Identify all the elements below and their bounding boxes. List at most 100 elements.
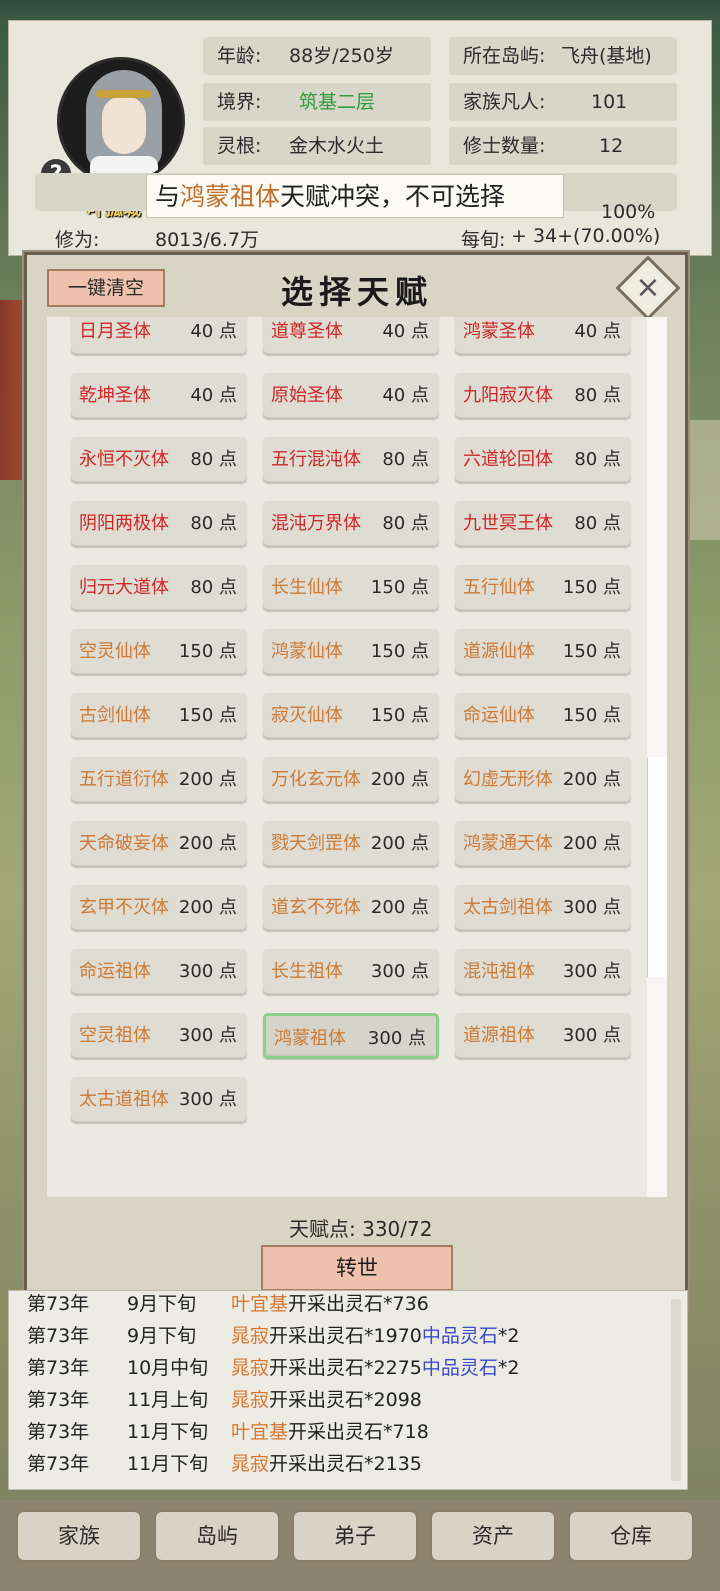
log-text: 开采出灵石*1970: [269, 1325, 422, 1347]
log-extra-item: 中品灵石: [421, 1325, 498, 1347]
rebirth-button[interactable]: 转世: [261, 1245, 453, 1291]
talent-name: 鸿蒙通天体: [463, 833, 553, 854]
talent-item[interactable]: 鸿蒙祖体 300 点: [263, 1013, 439, 1059]
conflict-tooltip: 与鸿蒙祖体天赋冲突，不可选择: [146, 174, 564, 218]
talent-scrollbar[interactable]: [647, 317, 667, 1197]
talent-item[interactable]: 九世冥王体 80 点: [455, 501, 631, 547]
talent-cost: 300 点: [370, 961, 429, 982]
talent-item[interactable]: 幻虚无形体 200 点: [455, 757, 631, 803]
nav-button[interactable]: 岛屿: [154, 1510, 280, 1562]
talent-item[interactable]: 玄甲不灭体 200 点: [71, 885, 247, 931]
talent-item[interactable]: 归元大道体 80 点: [71, 565, 247, 611]
talent-name: 原始圣体: [271, 385, 343, 406]
talent-item[interactable]: 古剑仙体 150 点: [71, 693, 247, 739]
talent-cost: 200 点: [562, 833, 621, 854]
talent-name: 五行仙体: [463, 577, 535, 598]
talent-item[interactable]: 永恒不灭体 80 点: [71, 437, 247, 483]
family-label: 家族凡人:: [463, 91, 546, 113]
talent-cost: 200 点: [370, 833, 429, 854]
log-actor: 晁寂: [231, 1325, 270, 1347]
log-month: 11月下旬: [127, 1453, 209, 1475]
talent-name: 归元大道体: [79, 577, 169, 598]
talent-name: 道源祖体: [463, 1025, 535, 1046]
talent-item[interactable]: 原始圣体 40 点: [263, 373, 439, 419]
talent-item[interactable]: 九阳寂灭体 80 点: [455, 373, 631, 419]
nav-button[interactable]: 资产: [430, 1510, 556, 1562]
talent-item[interactable]: 太古剑祖体 300 点: [455, 885, 631, 931]
talent-cost: 150 点: [370, 705, 429, 726]
root-value: 金木水火土: [289, 135, 385, 157]
talent-name: 道源仙体: [463, 641, 535, 662]
talent-item[interactable]: 五行混沌体 80 点: [263, 437, 439, 483]
log-year: 第73年: [27, 1421, 90, 1443]
realm-value: 筑基二层: [299, 91, 376, 113]
talent-points-label: 天赋点:: [289, 1217, 356, 1241]
avatar[interactable]: [57, 57, 185, 185]
talent-name: 五行混沌体: [271, 449, 361, 470]
talent-item[interactable]: 空灵仙体 150 点: [71, 629, 247, 675]
talent-name: 鸿蒙祖体: [274, 1028, 346, 1049]
talent-item[interactable]: 日月圣体 40 点: [71, 317, 247, 355]
talent-item[interactable]: 道源仙体 150 点: [455, 629, 631, 675]
log-line: 第73年 9月下旬 叶宜基开采出灵石*736: [27, 1289, 429, 1316]
log-actor: 晁寂: [231, 1453, 270, 1475]
talent-cost: 80 点: [382, 513, 429, 534]
talent-cost: 80 点: [574, 385, 621, 406]
talent-item[interactable]: 混沌祖体 300 点: [455, 949, 631, 995]
log-scrollbar[interactable]: [671, 1299, 681, 1481]
talent-name: 九世冥王体: [463, 513, 553, 534]
clear-all-button[interactable]: 一键清空: [47, 269, 165, 307]
log-month: 9月下旬: [127, 1293, 197, 1315]
talent-name: 阴阳两极体: [79, 513, 169, 534]
talent-name: 鸿蒙仙体: [271, 641, 343, 662]
log-line: 第73年 11月上旬 晁寂开采出灵石*2098: [27, 1385, 422, 1412]
talent-item[interactable]: 道玄不死体 200 点: [263, 885, 439, 931]
scrollbar-thumb[interactable]: [647, 757, 667, 977]
talent-grid[interactable]: 日月圣体 40 点道尊圣体 40 点鸿蒙圣体 40 点乾坤圣体 40 点原始圣体 40 点…: [47, 317, 667, 1197]
log-year: 第73年: [27, 1325, 90, 1347]
talent-item[interactable]: 命运仙体 150 点: [455, 693, 631, 739]
talent-item[interactable]: 万化玄元体 200 点: [263, 757, 439, 803]
talent-item[interactable]: 太古道祖体 300 点: [71, 1077, 247, 1123]
talent-item[interactable]: 五行仙体 150 点: [455, 565, 631, 611]
nav-button[interactable]: 弟子: [292, 1510, 418, 1562]
talent-item[interactable]: 长生祖体 300 点: [263, 949, 439, 995]
island-label: 所在岛屿:: [463, 45, 546, 67]
talent-item[interactable]: 鸿蒙圣体 40 点: [455, 317, 631, 355]
talent-name: 玄甲不灭体: [79, 897, 169, 918]
talent-name: 命运仙体: [463, 705, 535, 726]
talent-item[interactable]: 鸿蒙仙体 150 点: [263, 629, 439, 675]
talent-item[interactable]: 道尊圣体 40 点: [263, 317, 439, 355]
talent-item[interactable]: 长生仙体 150 点: [263, 565, 439, 611]
log-year: 第73年: [27, 1293, 90, 1315]
talent-item[interactable]: 道源祖体 300 点: [455, 1013, 631, 1059]
close-button[interactable]: ×: [615, 255, 681, 321]
modal-title: 选择天赋: [280, 273, 433, 311]
talent-cost: 150 点: [562, 577, 621, 598]
talent-cost: 300 点: [562, 961, 621, 982]
realm-stat: 境界: 筑基二层: [203, 83, 431, 121]
talent-name: 长生仙体: [271, 577, 343, 598]
nav-button[interactable]: 仓库: [568, 1510, 694, 1562]
talent-item[interactable]: 鸿蒙通天体 200 点: [455, 821, 631, 867]
talent-item[interactable]: 命运祖体 300 点: [71, 949, 247, 995]
talent-item[interactable]: 六道轮回体 80 点: [455, 437, 631, 483]
talent-cost: 80 点: [574, 449, 621, 470]
log-month: 11月下旬: [127, 1421, 209, 1443]
talent-item[interactable]: 混沌万界体 80 点: [263, 501, 439, 547]
talent-item[interactable]: 戮天剑罡体 200 点: [263, 821, 439, 867]
talent-item[interactable]: 天命破妄体 200 点: [71, 821, 247, 867]
talent-item[interactable]: 五行道衍体 200 点: [71, 757, 247, 803]
talent-item[interactable]: 乾坤圣体 40 点: [71, 373, 247, 419]
talent-item[interactable]: 空灵祖体 300 点: [71, 1013, 247, 1059]
talent-name: 六道轮回体: [463, 449, 553, 470]
talent-name: 混沌万界体: [271, 513, 361, 534]
talent-cost: 40 点: [574, 321, 621, 342]
talent-name: 空灵祖体: [79, 1025, 151, 1046]
log-text: 开采出灵石*2135: [269, 1453, 422, 1475]
nav-button[interactable]: 家族: [16, 1510, 142, 1562]
log-actor: 叶宜基: [231, 1421, 289, 1443]
talent-item[interactable]: 寂灭仙体 150 点: [263, 693, 439, 739]
event-log[interactable]: 第73年 9月下旬 叶宜基开采出灵石*736 第73年 9月下旬 晁寂开采出灵石*1970…: [8, 1290, 688, 1490]
talent-item[interactable]: 阴阳两极体 80 点: [71, 501, 247, 547]
